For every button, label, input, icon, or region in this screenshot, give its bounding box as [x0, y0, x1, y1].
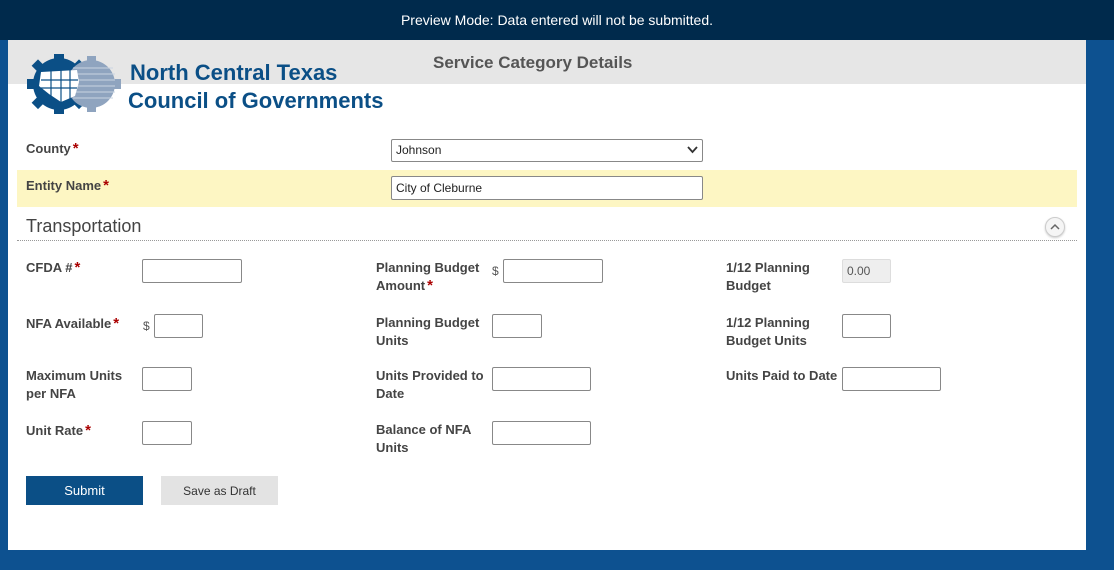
- save-draft-button[interactable]: Save as Draft: [161, 476, 278, 505]
- nfa-available-label-text: NFA Available: [26, 316, 112, 331]
- cfda-label: CFDA # *: [26, 259, 80, 277]
- twelfth-planning-budget-label-line2: Budget: [726, 278, 771, 293]
- required-marker: *: [72, 140, 79, 157]
- section-title-transportation: Transportation: [26, 216, 142, 236]
- units-provided-input[interactable]: [492, 367, 591, 391]
- units-provided-label-line2: Date: [376, 386, 405, 401]
- unit-rate-input[interactable]: [142, 421, 192, 445]
- twelfth-planning-budget-input: [842, 259, 891, 283]
- chevron-up-icon: [1050, 223, 1060, 230]
- units-paid-input[interactable]: [842, 367, 941, 391]
- planning-budget-amount-input[interactable]: [503, 259, 603, 283]
- logo: North Central Texas Council of Governmen…: [25, 52, 425, 116]
- unit-rate-label-text: Unit Rate: [26, 423, 84, 438]
- entity-label-text: Entity Name: [26, 178, 102, 193]
- cfda-input[interactable]: [142, 259, 242, 283]
- planning-budget-units-input[interactable]: [492, 314, 542, 338]
- required-marker: *: [85, 422, 91, 439]
- required-marker: *: [74, 259, 81, 276]
- entity-label: Entity Name *: [26, 177, 109, 195]
- max-units-per-nfa-label-line2: per NFA: [26, 386, 76, 401]
- unit-rate-label: Unit Rate *: [26, 422, 91, 440]
- twelfth-planning-budget-units-label-line1: 1/12 Planning: [726, 315, 810, 330]
- logo-text-line1: North Central Texas: [130, 60, 338, 85]
- max-units-per-nfa-label-line1: Maximum Units: [26, 368, 123, 383]
- county-select[interactable]: Johnson: [391, 139, 703, 162]
- planning-budget-units-label-line1: Planning Budget: [376, 315, 480, 330]
- balance-nfa-units-label-line2: Units: [376, 440, 409, 455]
- county-label-text: County: [26, 141, 71, 156]
- balance-nfa-units-input[interactable]: [492, 421, 591, 445]
- planning-budget-amount-label: Planning Budget Amount *: [376, 259, 486, 295]
- planning-budget-units-label: Planning Budget Units: [376, 314, 486, 350]
- form-card: Service Category Details North Central T…: [8, 40, 1086, 550]
- required-marker: *: [427, 277, 433, 294]
- logo-text-line2: Council of Governments: [128, 88, 384, 113]
- entity-name-input[interactable]: [391, 176, 703, 200]
- planning-budget-amount-label-line1: Planning Budget: [376, 260, 480, 275]
- twelfth-planning-budget-units-input[interactable]: [842, 314, 891, 338]
- submit-button[interactable]: Submit: [26, 476, 143, 505]
- units-paid-label: Units Paid to Date: [726, 368, 838, 383]
- max-units-per-nfa-label: Maximum Units per NFA: [26, 367, 136, 403]
- gear-map-logo-icon: [27, 54, 121, 114]
- twelfth-planning-budget-units-label: 1/12 Planning Budget Units: [726, 314, 836, 350]
- units-provided-label-line1: Units Provided to: [376, 368, 484, 383]
- currency-symbol: $: [143, 319, 150, 333]
- chevron-down-icon: [687, 141, 698, 162]
- preview-banner: Preview Mode: Data entered will not be s…: [0, 0, 1114, 40]
- section-divider: [17, 240, 1077, 241]
- planning-budget-amount-label-line2: Amount: [376, 278, 426, 293]
- county-label: County *: [26, 140, 79, 158]
- nfa-available-input[interactable]: [154, 314, 203, 338]
- twelfth-planning-budget-units-label-line2: Budget Units: [726, 333, 807, 348]
- county-select-value: Johnson: [396, 143, 442, 157]
- cfda-label-text: CFDA #: [26, 260, 73, 275]
- preview-banner-text: Preview Mode: Data entered will not be s…: [400, 12, 714, 28]
- nfa-available-label: NFA Available *: [26, 315, 119, 333]
- currency-symbol: $: [492, 264, 499, 278]
- planning-budget-units-label-line2: Units: [376, 333, 409, 348]
- required-marker: *: [113, 315, 120, 332]
- max-units-per-nfa-input[interactable]: [142, 367, 192, 391]
- units-provided-label: Units Provided to Date: [376, 367, 488, 403]
- required-marker: *: [103, 177, 109, 194]
- twelfth-planning-budget-label: 1/12 Planning Budget: [726, 259, 836, 295]
- balance-nfa-units-label: Balance of NFA Units: [376, 421, 488, 457]
- twelfth-planning-budget-label-line1: 1/12 Planning: [726, 260, 810, 275]
- balance-nfa-units-label-line1: Balance of NFA: [376, 422, 472, 437]
- collapse-section-button[interactable]: [1045, 217, 1065, 237]
- page-title: Service Category Details: [433, 53, 633, 72]
